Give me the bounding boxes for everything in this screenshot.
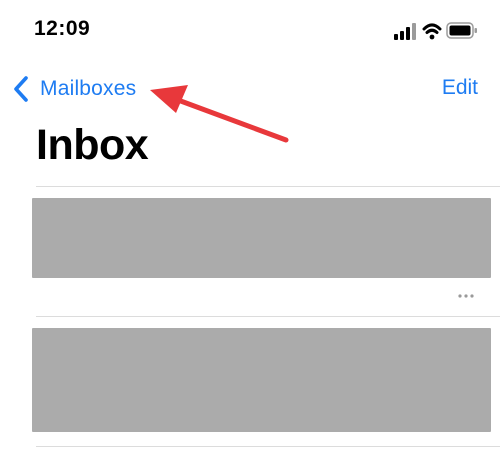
title-divider	[36, 186, 500, 187]
cellular-signal-icon	[394, 23, 416, 40]
status-time: 12:09	[34, 17, 91, 40]
battery-icon	[446, 22, 477, 39]
status-icons	[394, 22, 477, 40]
edit-button[interactable]: Edit	[442, 76, 478, 100]
more-icon[interactable]	[456, 291, 476, 301]
status-bar: 12:09	[0, 0, 500, 56]
row-divider	[36, 316, 500, 317]
chevron-left-icon	[14, 76, 28, 102]
page-title: Inbox	[36, 121, 149, 169]
message-row-redacted[interactable]	[32, 198, 491, 278]
message-row-redacted[interactable]	[32, 328, 491, 432]
row-divider	[36, 446, 500, 447]
back-button-mailboxes[interactable]: Mailboxes	[10, 72, 136, 106]
back-button-label: Mailboxes	[40, 77, 137, 100]
wifi-icon	[422, 23, 442, 40]
